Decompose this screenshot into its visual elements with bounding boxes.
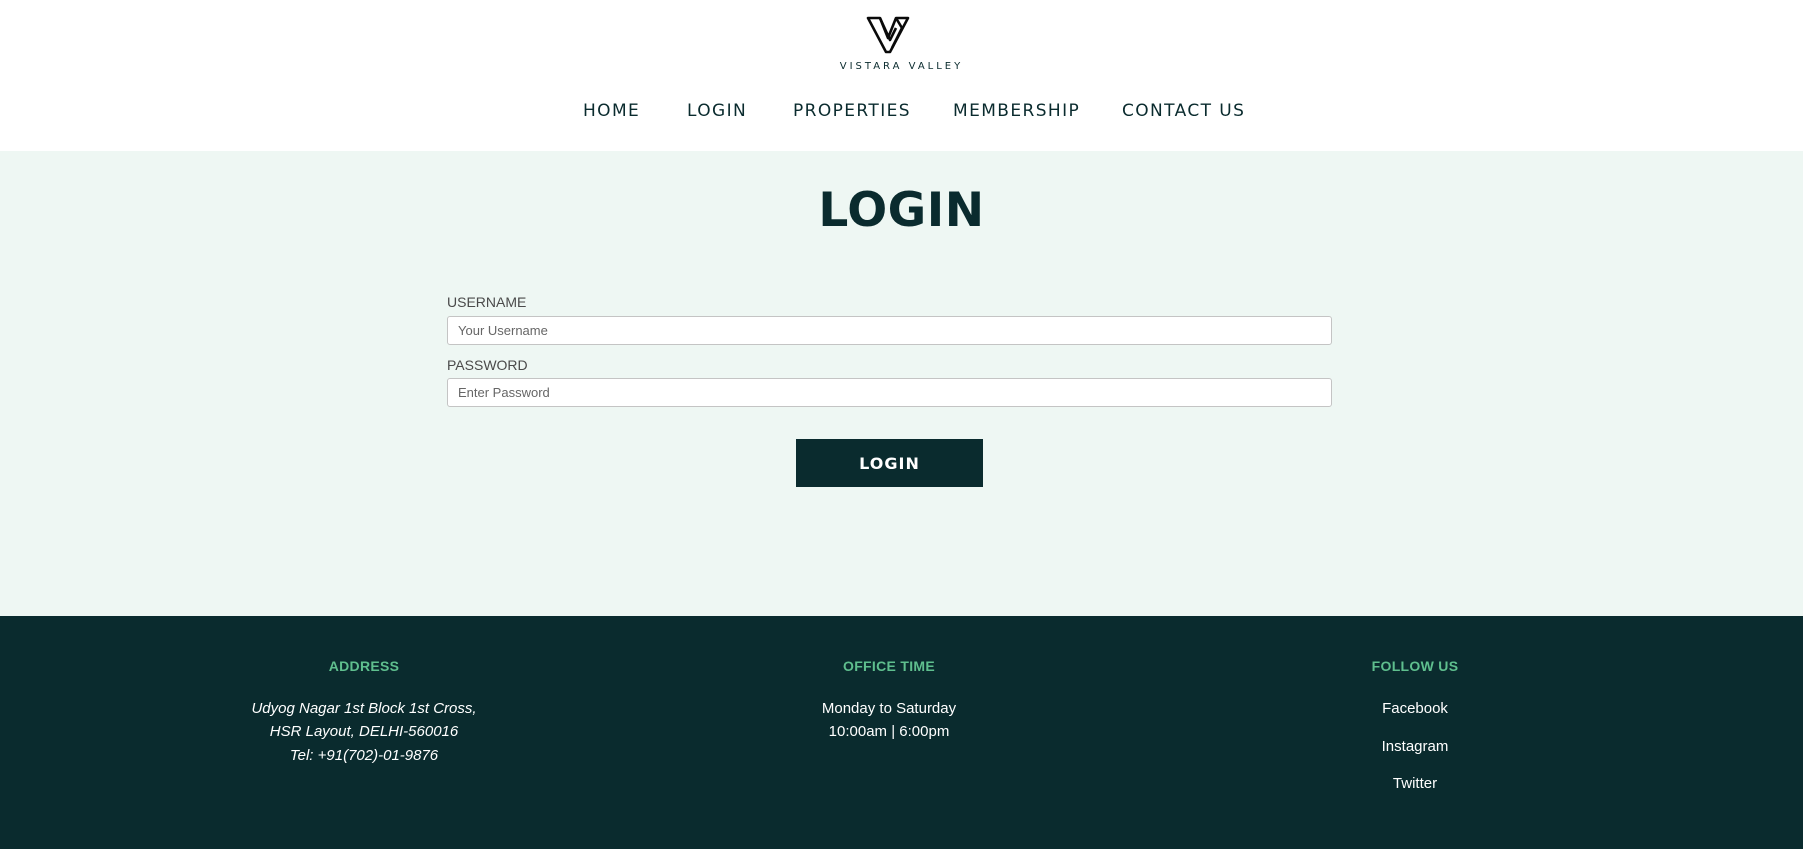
nav-login[interactable]: LOGIN [687,100,747,122]
login-section: LOGIN USERNAME PASSWORD LOGIN [0,151,1803,616]
main-nav: HOME LOGIN PROPERTIES MEMBERSHIP CONTACT… [0,100,1803,122]
username-input[interactable] [447,316,1332,345]
follow-us-heading: FOLLOW US [1371,658,1459,674]
brand-name: VISTARA VALLEY [839,61,964,72]
site-footer: ADDRESS Udyog Nagar 1st Block 1st Cross,… [0,616,1803,849]
facebook-link[interactable]: Facebook [1265,700,1565,718]
nav-contact-us[interactable]: CONTACT US [1122,100,1245,122]
nav-home[interactable]: HOME [583,100,640,122]
twitter-link[interactable]: Twitter [1265,775,1565,793]
password-label: PASSWORD [447,357,528,373]
address-line: Udyog Nagar 1st Block 1st Cross, [251,700,477,717]
nav-membership[interactable]: MEMBERSHIP [953,100,1080,122]
nav-properties[interactable]: PROPERTIES [793,100,911,122]
username-label: USERNAME [447,294,527,310]
address-phone: Tel: +91(702)-01-9876 [289,747,439,764]
password-input[interactable] [447,378,1332,407]
address-heading: ADDRESS [328,658,400,674]
v-logo-icon[interactable] [866,16,910,54]
office-hours: 10:00am | 6:00pm [828,723,950,740]
office-time-heading: OFFICE TIME [843,658,935,674]
page-title: LOGIN [818,183,985,238]
login-button[interactable]: LOGIN [796,439,983,487]
instagram-link[interactable]: Instagram [1265,738,1565,756]
address-line: HSR Layout, DELHI-560016 [269,723,459,740]
office-days: Monday to Saturday [821,700,957,717]
site-header: VISTARA VALLEY HOME LOGIN PROPERTIES MEM… [0,0,1803,151]
